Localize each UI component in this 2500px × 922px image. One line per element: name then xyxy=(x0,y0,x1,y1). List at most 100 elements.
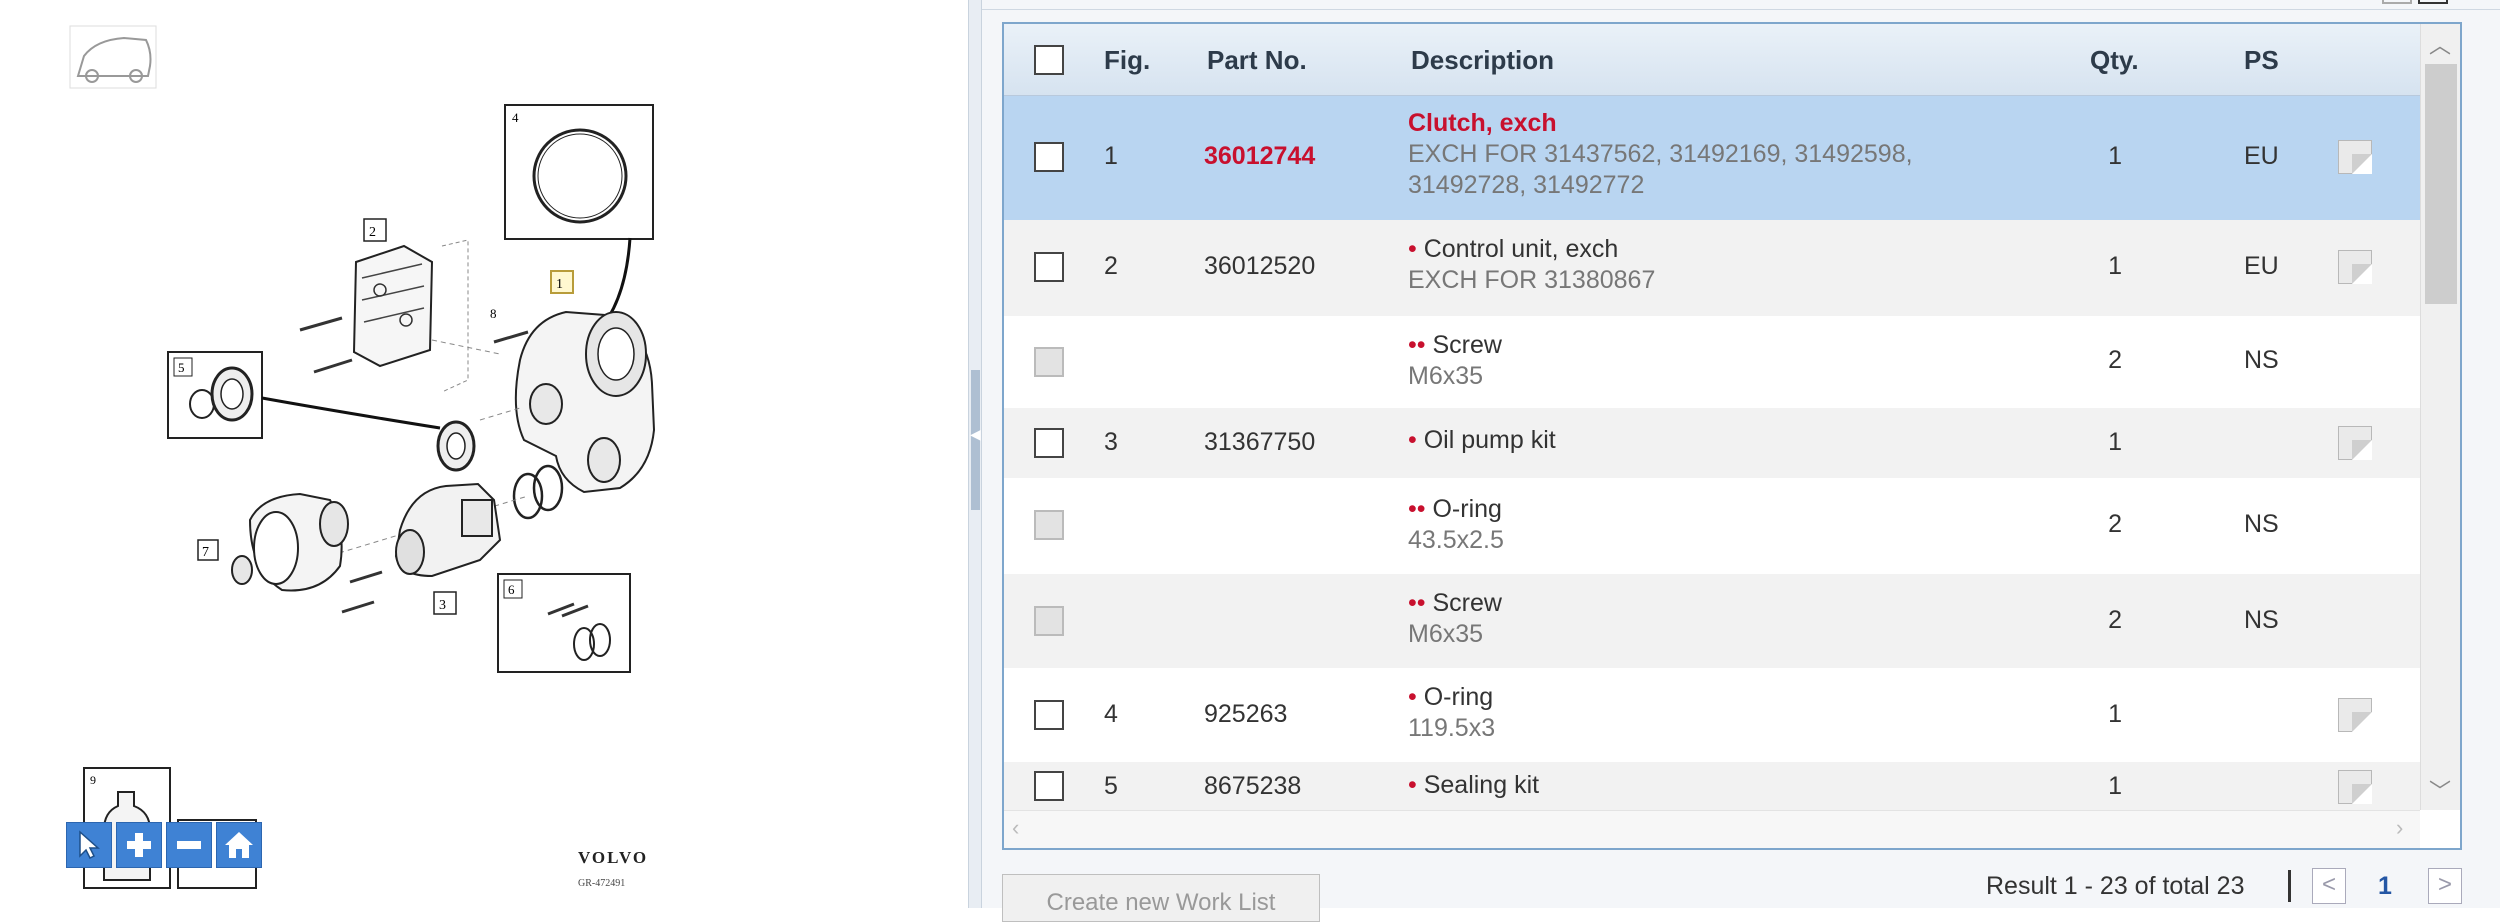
header-description[interactable]: Description xyxy=(1411,24,1554,96)
row-description: •• Screw M6x35 xyxy=(1408,330,1502,392)
row-qty: 2 xyxy=(2108,510,2122,538)
row-checkbox-disabled xyxy=(1034,606,1064,636)
row-checkbox[interactable] xyxy=(1034,428,1064,458)
cursor-icon[interactable] xyxy=(66,822,112,868)
header-part-no[interactable]: Part No. xyxy=(1207,24,1307,96)
create-work-list-button[interactable]: Create new Work List xyxy=(1002,874,1320,922)
current-page[interactable]: 1 xyxy=(2378,872,2392,901)
row-subtitle: 31492728, 31492772 xyxy=(1408,171,1645,199)
scrollbar-thumb[interactable] xyxy=(2425,64,2457,304)
table-row[interactable]: •• Screw M6x35 2 NS xyxy=(1004,574,2420,668)
row-ps: EU xyxy=(2244,252,2279,280)
parts-grid: Fig. Part No. Description Qty. PS 1 3601… xyxy=(1002,22,2462,850)
row-title: Screw xyxy=(1432,331,1502,359)
pager-divider xyxy=(2288,870,2291,902)
horizontal-scrollbar[interactable]: ‹ › xyxy=(1004,810,2420,848)
grid-header-row: Fig. Part No. Description Qty. PS xyxy=(1004,24,2420,96)
row-bullet: • xyxy=(1408,426,1417,454)
row-part-no[interactable]: 36012520 xyxy=(1204,252,1315,281)
home-icon[interactable] xyxy=(216,822,262,868)
note-icon[interactable] xyxy=(2338,426,2372,460)
row-title: Sealing kit xyxy=(1423,771,1540,799)
row-fig: 4 xyxy=(1104,700,1118,728)
table-row[interactable]: •• O-ring 43.5x2.5 2 NS xyxy=(1004,478,2420,574)
row-title: Clutch, exch xyxy=(1408,109,1557,137)
row-title: O-ring xyxy=(1423,683,1494,711)
row-checkbox[interactable] xyxy=(1034,771,1064,801)
row-ps: NS xyxy=(2244,606,2279,634)
row-qty: 1 xyxy=(2108,772,2122,800)
row-title: Oil pump kit xyxy=(1423,426,1556,454)
row-fig: 5 xyxy=(1104,772,1118,800)
header-ps[interactable]: PS xyxy=(2244,24,2279,96)
table-row[interactable]: 1 36012744 Clutch, exch EXCH FOR 3143756… xyxy=(1004,96,2420,220)
zoom-toolbar xyxy=(66,822,262,868)
header-fig[interactable]: Fig. xyxy=(1104,24,1150,96)
top-toolbar-strip xyxy=(982,0,2500,10)
table-row[interactable]: 2 36012520 • Control unit, exch EXCH FOR… xyxy=(1004,220,2420,316)
row-checkbox[interactable] xyxy=(1034,252,1064,282)
result-count: Result 1 - 23 of total 23 xyxy=(1986,872,2245,900)
plus-icon[interactable] xyxy=(116,822,162,868)
note-icon[interactable] xyxy=(2338,250,2372,284)
row-fig: 2 xyxy=(1104,252,1118,280)
row-subtitle: 119.5x3 xyxy=(1408,714,1496,742)
row-qty: 1 xyxy=(2108,252,2122,280)
brand-logo: VOLVO xyxy=(578,848,649,867)
chevron-up-icon[interactable]: ︿ xyxy=(2429,28,2451,60)
collapse-left-icon[interactable]: ◀ xyxy=(970,426,981,443)
row-bullet: •• xyxy=(1408,589,1426,617)
row-fig: 1 xyxy=(1104,142,1118,170)
row-qty: 1 xyxy=(2108,428,2122,456)
callout-4: 4 xyxy=(512,110,519,125)
header-qty[interactable]: Qty. xyxy=(2090,24,2139,96)
car-thumbnail-icon[interactable] xyxy=(69,25,157,89)
note-icon[interactable] xyxy=(2338,140,2372,174)
callout-box-4 xyxy=(504,104,654,240)
minus-icon[interactable] xyxy=(166,822,212,868)
row-checkbox-disabled xyxy=(1034,510,1064,540)
note-icon[interactable] xyxy=(2338,698,2372,732)
table-row[interactable]: •• Screw M6x35 2 NS xyxy=(1004,316,2420,408)
prev-page-button[interactable]: < xyxy=(2312,868,2346,904)
table-row[interactable]: 4 925263 • O-ring 119.5x3 1 xyxy=(1004,668,2420,762)
row-description: • Oil pump kit xyxy=(1408,425,1556,456)
callout-7: 7 xyxy=(202,545,209,560)
row-title: Control unit, exch xyxy=(1423,235,1619,263)
row-title: O-ring xyxy=(1432,495,1502,523)
row-part-no[interactable]: 8675238 xyxy=(1204,772,1301,801)
row-subtitle: M6x35 xyxy=(1408,362,1484,390)
note-icon[interactable] xyxy=(2338,770,2372,804)
chevron-down-icon[interactable]: ﹀ xyxy=(2429,774,2451,806)
chevron-left-icon[interactable]: ‹ xyxy=(1012,815,1019,841)
next-page-button[interactable]: > xyxy=(2428,868,2462,904)
callout-5: 5 xyxy=(178,360,185,375)
row-qty: 1 xyxy=(2108,142,2122,170)
row-bullet: • xyxy=(1408,235,1417,263)
row-description: •• Screw M6x35 xyxy=(1408,588,1502,650)
table-row[interactable]: 3 31367750 • Oil pump kit 1 xyxy=(1004,408,2420,478)
row-part-no[interactable]: 925263 xyxy=(1204,700,1287,729)
vertical-scrollbar[interactable]: ︿ ﹀ xyxy=(2420,24,2460,810)
row-checkbox[interactable] xyxy=(1034,700,1064,730)
callout-2: 2 xyxy=(369,225,376,240)
select-all-checkbox[interactable] xyxy=(1034,45,1064,75)
row-title: Screw xyxy=(1432,589,1502,617)
row-subtitle: M6x35 xyxy=(1408,620,1484,648)
row-checkbox[interactable] xyxy=(1034,142,1064,172)
callout-6: 6 xyxy=(508,582,515,597)
row-ps: NS xyxy=(2244,510,2279,538)
table-row[interactable]: 5 8675238 • Sealing kit 1 xyxy=(1004,762,2420,810)
row-ps: EU xyxy=(2244,142,2279,170)
callout-8: 8 xyxy=(490,306,497,321)
row-bullet: •• xyxy=(1408,331,1426,359)
row-qty: 1 xyxy=(2108,700,2122,728)
row-subtitle: EXCH FOR 31437562, 31492169, 31492598, xyxy=(1408,140,1913,168)
exploded-parts-diagram[interactable]: 4 1 2 8 5 3 7 6 9 xyxy=(0,0,968,908)
chevron-right-icon[interactable]: › xyxy=(2396,815,2403,841)
diagram-panel[interactable]: 4 1 2 8 5 3 7 6 9 VOLVO GR-472491 xyxy=(0,0,968,908)
row-part-no[interactable]: 31367750 xyxy=(1204,428,1315,457)
callout-3: 3 xyxy=(439,598,446,613)
row-part-no[interactable]: 36012744 xyxy=(1204,142,1315,171)
panel-splitter[interactable]: ◀ xyxy=(968,0,982,908)
